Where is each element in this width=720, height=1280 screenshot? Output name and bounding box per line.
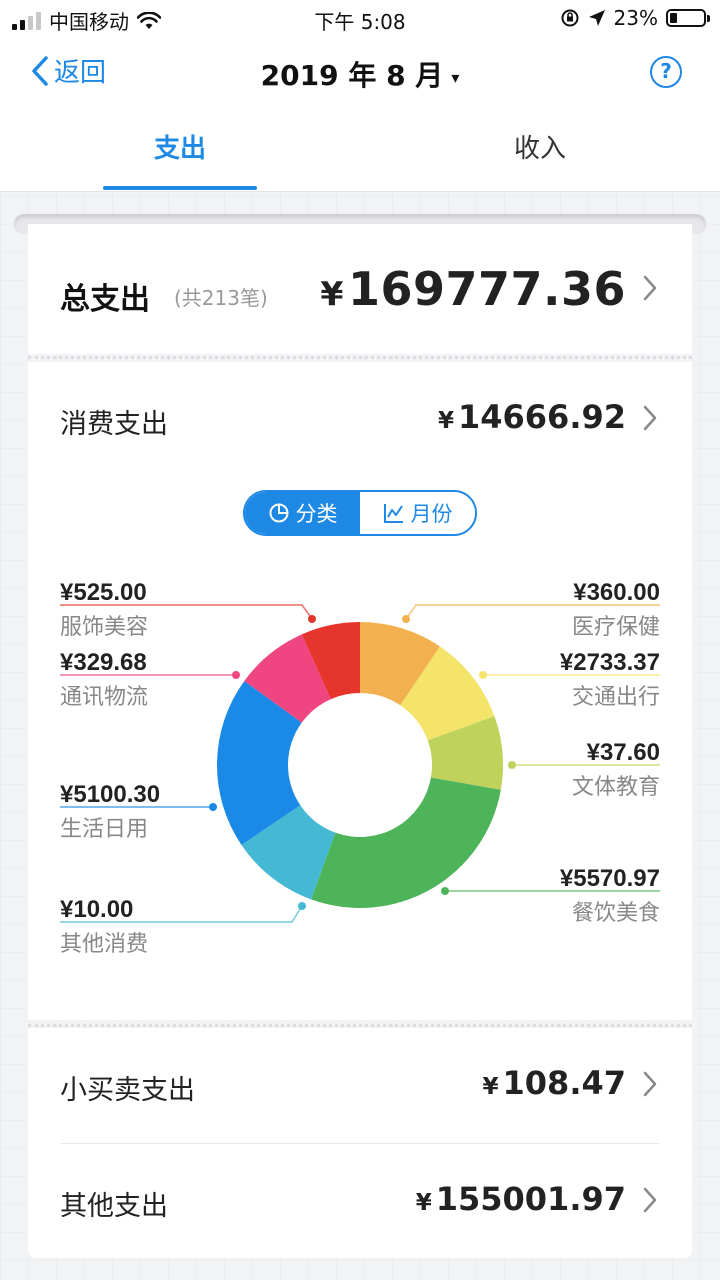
- currency-symbol: ¥: [482, 1074, 499, 1100]
- tab-indicator: [103, 186, 257, 190]
- other-expense-amount-value: 155001.97: [435, 1180, 626, 1218]
- chevron-right-icon: [642, 1186, 658, 1221]
- leader-dot: [308, 615, 316, 623]
- battery-icon: [666, 9, 710, 27]
- chevron-right-icon: [642, 1070, 658, 1105]
- consumption-card: 消费支出 ¥14666.92 分类 月份 ¥360.00 医疗保健 ¥2733.37…: [28, 362, 692, 1020]
- caret-down-icon: ▾: [451, 67, 460, 87]
- month-title: 2019 年 8 月: [260, 59, 444, 92]
- slice-amount-label: ¥329.68: [60, 649, 147, 676]
- help-icon: ?: [660, 59, 672, 83]
- row-divider: [60, 1143, 660, 1144]
- slice-category-label: 交通出行: [572, 685, 660, 710]
- total-amount-value: 169777.36: [347, 262, 626, 316]
- leader-dot: [441, 887, 449, 895]
- leader-dot: [209, 803, 217, 811]
- slice-category-label: 其他消费: [60, 932, 148, 957]
- category-donut-chart: ¥360.00 医疗保健 ¥2733.37 交通出行 ¥37.60 文体教育 ¥5570.9…: [60, 579, 660, 957]
- status-bar: 中国移动 下午 5:08 23%: [0, 0, 720, 36]
- tab-bar: 支出 收入: [0, 110, 720, 192]
- slice-amount-label: ¥2733.37: [560, 649, 660, 676]
- slice-category-label: 通讯物流: [60, 685, 148, 710]
- leader-dot: [508, 761, 516, 769]
- slice-amount-label: ¥37.60: [587, 739, 660, 766]
- tab-expense[interactable]: 支出: [90, 128, 270, 165]
- total-amount: ¥169777.36: [320, 262, 626, 316]
- leader-dot: [232, 671, 240, 679]
- small-business-label: 小买卖支出: [60, 1075, 195, 1106]
- slice-category-label: 餐饮美食: [572, 901, 660, 926]
- status-right: 23%: [560, 6, 710, 30]
- slice-category-label: 医疗保健: [572, 615, 660, 640]
- rotation-lock-icon: [561, 9, 579, 27]
- small-business-amount: ¥108.47: [482, 1064, 626, 1102]
- slice-category-label: 生活日用: [60, 817, 148, 842]
- currency-symbol: ¥: [415, 1190, 432, 1216]
- slice-amount-label: ¥525.00: [60, 579, 147, 606]
- slice-amount-label: ¥10.00: [60, 896, 133, 923]
- slice-category-label: 服饰美容: [60, 615, 148, 640]
- battery-percent: 23%: [613, 6, 658, 30]
- perforation-divider: [28, 1024, 692, 1027]
- donut-slice[interactable]: [311, 777, 501, 908]
- location-arrow-icon: [588, 10, 605, 26]
- tab-income[interactable]: 收入: [450, 128, 630, 165]
- other-expense-amount: ¥155001.97: [416, 1180, 626, 1218]
- slice-amount-label: ¥5100.30: [60, 781, 160, 808]
- perforation-divider: [28, 356, 692, 359]
- help-button[interactable]: ?: [650, 56, 682, 88]
- leader-dot: [402, 615, 410, 623]
- leader-dot: [298, 902, 306, 910]
- other-expenses-card: 小买卖支出 ¥108.47 其他支出 ¥155001.97: [28, 1028, 692, 1258]
- chevron-right-icon: [642, 274, 658, 309]
- other-expense-label: 其他支出: [60, 1191, 168, 1222]
- slice-category-label: 文体教育: [572, 775, 660, 800]
- slice-amount-label: ¥5570.97: [560, 865, 660, 892]
- total-expense-label: 总支出: [60, 282, 150, 317]
- month-selector[interactable]: 2019 年 8 月 ▾: [0, 54, 720, 94]
- small-business-amount-value: 108.47: [502, 1064, 626, 1102]
- total-expense-card[interactable]: 总支出 (共213笔) ¥169777.36: [28, 224, 692, 354]
- currency-symbol: ¥: [320, 274, 344, 313]
- nav-bar: 返回 2019 年 8 月 ▾ ?: [0, 36, 720, 110]
- slice-amount-label: ¥360.00: [573, 579, 660, 606]
- leader-dot: [479, 671, 487, 679]
- total-count: (共213笔): [174, 286, 268, 310]
